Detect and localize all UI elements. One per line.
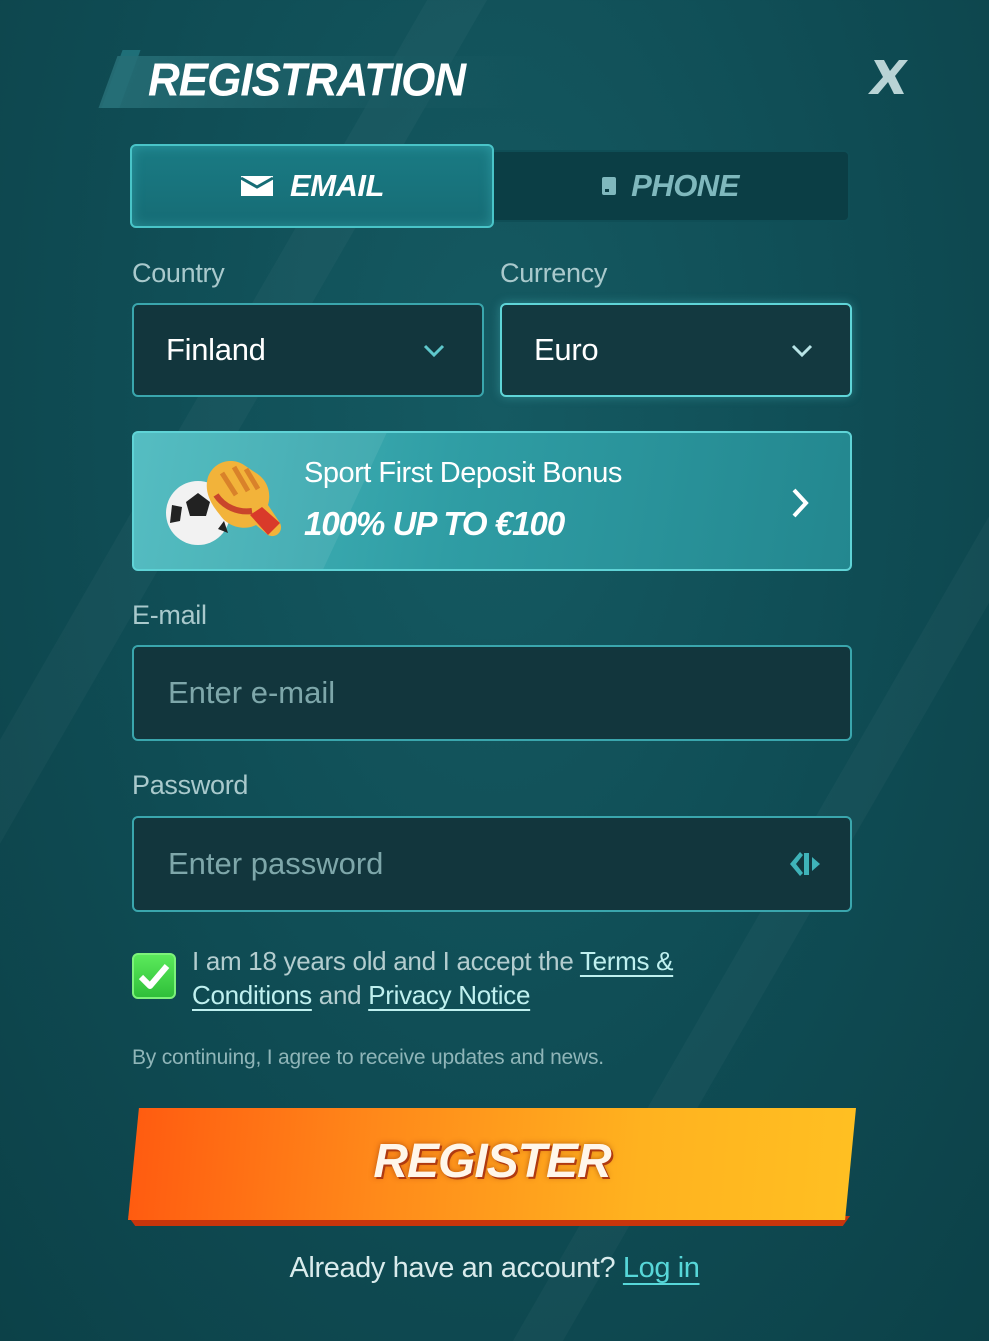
consent-text-middle: and <box>311 980 369 1010</box>
tab-email[interactable]: EMAIL <box>130 144 494 228</box>
login-prompt: Already have an account? Log in <box>0 1252 989 1285</box>
register-button[interactable]: REGISTER <box>128 1108 856 1226</box>
country-label: Country <box>132 258 225 288</box>
bonus-banner[interactable]: Sport First Deposit Bonus 100% UP TO €10… <box>132 431 852 571</box>
show-password-icon[interactable] <box>786 848 822 880</box>
bonus-title: Sport First Deposit Bonus <box>304 457 622 489</box>
password-label: Password <box>132 770 249 800</box>
country-select[interactable]: Finland <box>132 303 484 397</box>
tab-phone-label: PHONE <box>631 168 739 203</box>
privacy-link[interactable]: Privacy Notice <box>368 980 530 1010</box>
register-label: REGISTER <box>373 1135 611 1188</box>
bonus-amount: 100% UP TO €100 <box>304 505 565 542</box>
currency-value: Euro <box>534 332 599 367</box>
chevron-right-icon <box>792 488 809 518</box>
consent-text: I am 18 years old and I accept the Terms… <box>192 944 792 1012</box>
age-consent-checkbox[interactable] <box>132 953 176 999</box>
phone-icon <box>602 177 617 195</box>
email-input[interactable] <box>166 674 730 712</box>
password-input[interactable] <box>166 845 730 883</box>
currency-select[interactable]: Euro <box>500 303 852 397</box>
country-value: Finland <box>166 332 266 367</box>
login-link[interactable]: Log in <box>623 1252 700 1284</box>
chevron-down-icon <box>423 344 445 358</box>
currency-label: Currency <box>500 258 608 288</box>
page-title: REGISTRATION <box>148 54 466 107</box>
password-field-container <box>132 816 852 912</box>
consent-text-before: I am 18 years old and I accept the <box>192 946 580 976</box>
updates-notice: By continuing, I agree to receive update… <box>132 1046 604 1069</box>
close-button[interactable] <box>866 56 910 100</box>
email-field-container <box>132 645 852 741</box>
tab-phone[interactable]: PHONE <box>490 150 850 222</box>
checkmark-icon <box>138 964 170 989</box>
login-question: Already have an account? <box>289 1252 623 1284</box>
email-label: E-mail <box>132 600 207 630</box>
football-glove-icon <box>166 461 282 545</box>
chevron-down-icon <box>791 344 813 358</box>
registration-method-tabs: PHONE EMAIL <box>130 144 852 228</box>
envelope-icon <box>240 176 274 196</box>
close-icon <box>868 60 908 94</box>
tab-email-label: EMAIL <box>290 168 384 203</box>
